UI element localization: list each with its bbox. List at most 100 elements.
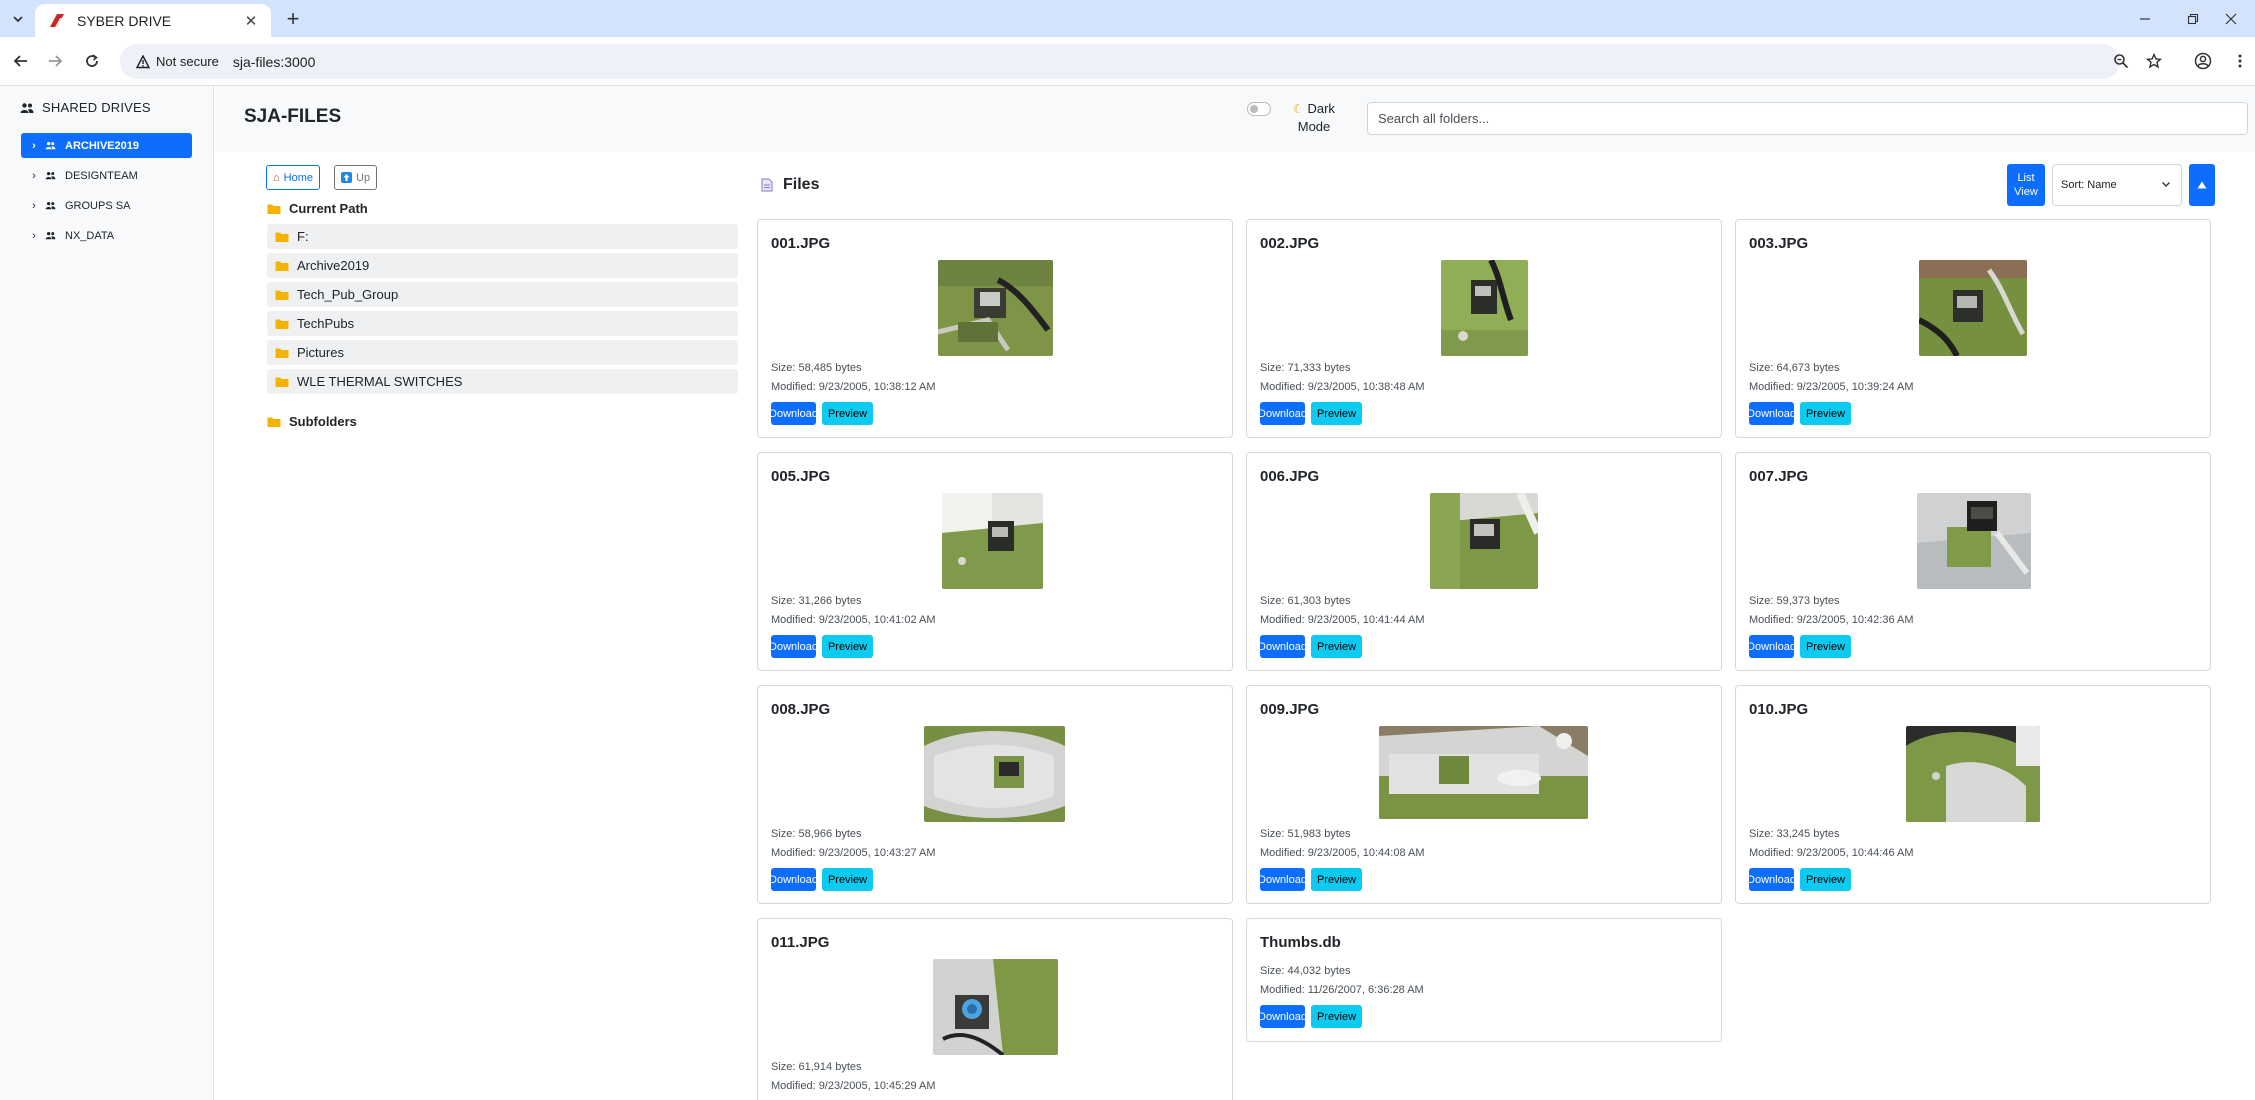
- url-text[interactable]: sja-files:3000: [233, 54, 316, 70]
- file-modified: Modified: 9/23/2005, 10:41:02 AM: [771, 614, 936, 626]
- path-item[interactable]: WLE THERMAL SWITCHES: [267, 369, 738, 394]
- up-button-label: Up: [356, 171, 371, 184]
- file-name: 001.JPG: [771, 235, 831, 252]
- file-modified: Modified: 9/23/2005, 10:44:08 AM: [1260, 847, 1425, 859]
- dark-mode-toggle[interactable]: [1247, 102, 1271, 116]
- security-label: Not secure: [156, 54, 219, 69]
- subfolders-heading: Subfolders: [267, 414, 357, 429]
- sort-direction-button[interactable]: [2189, 164, 2215, 206]
- dark-mode-text: Dark Mode: [1297, 101, 1335, 134]
- minimize-window-button[interactable]: [2121, 0, 2169, 37]
- zoom-button[interactable]: [2109, 49, 2133, 73]
- file-thumbnail[interactable]: [938, 260, 1053, 356]
- download-button[interactable]: Download: [769, 402, 818, 425]
- preview-button[interactable]: Preview: [1800, 868, 1851, 891]
- tab-search-button[interactable]: [6, 8, 30, 30]
- drive-item-archive2019[interactable]: › ARCHIVE2019: [21, 133, 192, 158]
- download-button[interactable]: Download: [1747, 402, 1796, 425]
- home-button[interactable]: ⌂ Home: [266, 165, 320, 190]
- chevron-right-icon[interactable]: ›: [27, 230, 41, 242]
- reload-button[interactable]: [80, 49, 104, 73]
- preview-button[interactable]: Preview: [1311, 635, 1362, 658]
- file-thumbnail[interactable]: [924, 726, 1065, 822]
- path-item[interactable]: Pictures: [267, 340, 738, 365]
- download-button[interactable]: Download: [1258, 868, 1307, 891]
- list-view-button[interactable]: List View: [2007, 164, 2045, 206]
- drive-item-designteam[interactable]: › DESIGNTEAM: [21, 163, 192, 188]
- download-button[interactable]: Download: [1258, 635, 1307, 658]
- file-thumbnail[interactable]: [1430, 493, 1538, 589]
- chevron-right-icon[interactable]: ›: [27, 140, 41, 152]
- chevron-down-icon: [13, 16, 23, 23]
- drive-label: NX_DATA: [65, 229, 115, 242]
- download-button[interactable]: Download: [769, 635, 818, 658]
- profile-button[interactable]: [2191, 49, 2215, 73]
- file-card: 001.JPG Size: 58,485 bytes Modified: 9/2…: [757, 219, 1233, 438]
- file-card: 003.JPG Size: 64,673 bytes Modified: 9/2…: [1735, 219, 2211, 438]
- file-thumbnail[interactable]: [1919, 260, 2027, 356]
- download-button[interactable]: Download: [769, 868, 818, 891]
- file-thumbnail[interactable]: [1379, 726, 1588, 819]
- file-modified: Modified: 9/23/2005, 10:42:36 AM: [1749, 614, 1914, 626]
- dark-mode-label[interactable]: ☾ Dark Mode: [1279, 100, 1349, 136]
- up-button[interactable]: Up: [334, 165, 378, 190]
- path-item[interactable]: F:: [267, 224, 738, 249]
- preview-button[interactable]: Preview: [1311, 402, 1362, 425]
- chevron-right-icon[interactable]: ›: [27, 200, 41, 212]
- search-all-folders-input[interactable]: [1367, 102, 2248, 135]
- file-thumbnail[interactable]: [1906, 726, 2040, 822]
- file-thumbnail[interactable]: [933, 959, 1058, 1055]
- restore-icon: [2187, 13, 2199, 24]
- address-bar[interactable]: Not secure sja-files:3000: [120, 44, 2120, 79]
- chevron-right-icon[interactable]: ›: [27, 170, 41, 182]
- path-item[interactable]: Archive2019: [267, 253, 738, 278]
- file-size: Size: 71,333 bytes: [1260, 362, 1351, 374]
- close-window-button[interactable]: [2207, 0, 2255, 37]
- folder-icon: [275, 376, 289, 388]
- preview-button[interactable]: Preview: [822, 635, 873, 658]
- preview-button[interactable]: Preview: [1311, 868, 1362, 891]
- new-tab-button[interactable]: +: [280, 6, 306, 32]
- file-size: Size: 44,032 bytes: [1260, 965, 1351, 977]
- download-button[interactable]: Download: [1747, 635, 1796, 658]
- folder-icon: [275, 318, 289, 330]
- file-thumbnail[interactable]: [942, 493, 1043, 589]
- tab-close-icon[interactable]: ✕: [241, 11, 261, 31]
- preview-button[interactable]: Preview: [1311, 1005, 1362, 1028]
- back-button[interactable]: [9, 49, 33, 73]
- users-icon: [45, 201, 59, 210]
- site-info-chip[interactable]: Not secure: [128, 48, 227, 75]
- browser-menu-button[interactable]: [2228, 49, 2252, 73]
- file-modified: Modified: 9/23/2005, 10:41:44 AM: [1260, 614, 1425, 626]
- download-button[interactable]: Download: [1258, 402, 1307, 425]
- browser-tab[interactable]: SYBER DRIVE ✕: [35, 4, 271, 37]
- file-name: 003.JPG: [1749, 235, 1809, 252]
- drive-item-nx-data[interactable]: › NX_DATA: [21, 223, 192, 248]
- preview-button[interactable]: Preview: [1800, 402, 1851, 425]
- back-arrow-icon: [13, 55, 27, 67]
- file-name: 010.JPG: [1749, 701, 1809, 718]
- file-name: 006.JPG: [1260, 468, 1320, 485]
- sort-select[interactable]: Sort: Name: [2052, 164, 2182, 206]
- preview-button[interactable]: Preview: [822, 868, 873, 891]
- download-button[interactable]: Download: [1258, 1005, 1307, 1028]
- file-thumbnail[interactable]: [1441, 260, 1528, 356]
- file-size: Size: 61,914 bytes: [771, 1061, 862, 1073]
- download-button[interactable]: Download: [1747, 868, 1796, 891]
- users-icon: [45, 141, 59, 150]
- path-item[interactable]: TechPubs: [267, 311, 738, 336]
- preview-button[interactable]: Preview: [822, 402, 873, 425]
- file-name: 007.JPG: [1749, 468, 1809, 485]
- folder-icon: [275, 260, 289, 272]
- sort-select-value: Sort: Name: [2061, 179, 2117, 191]
- file-thumbnail[interactable]: [1917, 493, 2031, 589]
- warning-icon: [136, 54, 150, 68]
- preview-button[interactable]: Preview: [1800, 635, 1851, 658]
- files-heading: Files: [761, 176, 819, 194]
- drive-item-groups-sa[interactable]: › GROUPS SA: [21, 193, 192, 218]
- file-modified: Modified: 9/23/2005, 10:45:29 AM: [771, 1080, 936, 1092]
- bookmark-button[interactable]: [2142, 49, 2166, 73]
- forward-button[interactable]: [43, 49, 67, 73]
- path-item[interactable]: Tech_Pub_Group: [267, 282, 738, 307]
- file-card: 009.JPG Size: 51,983 bytes Modified: 9/2…: [1246, 685, 1722, 904]
